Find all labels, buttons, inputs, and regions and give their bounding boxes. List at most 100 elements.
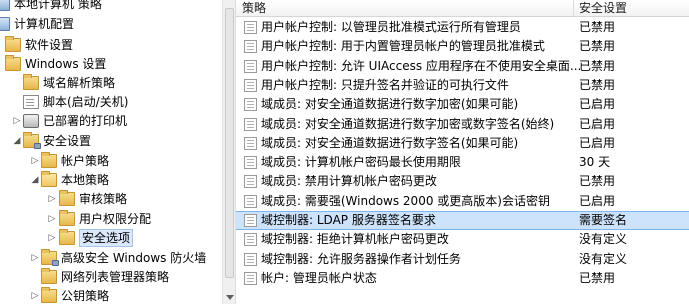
script-icon	[23, 95, 39, 109]
folder-icon	[59, 210, 75, 226]
policy-setting: 已禁用	[579, 174, 616, 189]
tree-item-label: 计算机配置	[14, 17, 75, 31]
tree-item-label: 本地计算机 策略	[14, 0, 102, 11]
tree-item-label: 脚本(启动/关机)	[43, 95, 129, 109]
tree-item-label: 安全选项	[79, 229, 134, 247]
computer-icon	[0, 17, 10, 31]
tree-item-label: 高级安全 Windows 防火墙	[61, 251, 207, 265]
folder-icon	[41, 268, 57, 284]
folder-icon	[41, 152, 57, 168]
tree-item[interactable]: 域名解析策略	[0, 74, 222, 92]
policy-row[interactable]: 用户帐户控制: 允许 UIAccess 应用程序在不使用安全桌面... 已禁用	[236, 57, 689, 76]
policy-row[interactable]: 用户帐户控制: 只提升签名并验证的可执行文件 已禁用	[236, 76, 689, 95]
collapsed-arrow-icon[interactable]: ▷	[30, 287, 40, 304]
expanded-arrow-icon[interactable]: ◢	[12, 132, 22, 150]
policy-setting: 已禁用	[579, 77, 616, 92]
policy-row[interactable]: 域成员: 计算机帐户密码最长使用期限 30 天	[236, 153, 689, 172]
tree-item[interactable]: ▷ 帐户策略	[0, 152, 222, 170]
tree-item-label: 用户权限分配	[79, 212, 152, 226]
tree-item-label: 帐户策略	[61, 154, 110, 168]
collapsed-arrow-icon[interactable]: ▷	[30, 249, 40, 267]
policy-setting: 没有定义	[579, 232, 628, 247]
policy-setting: 已启用	[579, 116, 616, 131]
column-header-policy[interactable]: 策略	[236, 0, 573, 17]
policy-name: 域成员: 需要强(Windows 2000 或更高版本)会话密钥	[261, 193, 550, 208]
tree-item-label: Windows 设置	[25, 57, 107, 71]
policy-row[interactable]: 用户帐户控制: 以管理员批准模式运行所有管理员 已禁用	[236, 18, 689, 37]
policy-setting: 已禁用	[579, 20, 616, 34]
collapsed-arrow-icon[interactable]: ▷	[30, 152, 40, 170]
policy-name: 用户帐户控制: 用于内置管理员帐户的管理员批准模式	[261, 39, 545, 54]
tree-item[interactable]: ▷ 安全选项	[0, 229, 222, 247]
policy-name: 帐户: 管理员帐户状态	[261, 270, 377, 285]
collapsed-arrow-icon[interactable]: ▷	[12, 112, 22, 130]
policy-row[interactable]: 域控制器: 拒绝计算机帐户密码更改 没有定义	[236, 230, 689, 249]
policy-icon	[244, 271, 257, 285]
policy-icon	[244, 156, 257, 170]
policy-list: 策略 安全设置 用户帐户控制: 以管理员批准模式运行所有管理员 已禁用 用户帐户控制…	[236, 0, 689, 304]
policy-icon	[244, 252, 257, 266]
policy-name: 用户帐户控制: 只提升签名并验证的可执行文件	[261, 77, 509, 92]
policy-setting: 已启用	[579, 135, 616, 150]
policy-icon	[244, 214, 257, 227]
policy-row[interactable]: 域控制器: 允许服务器操作者计划任务 没有定义	[236, 250, 689, 269]
collapsed-arrow-icon[interactable]: ▷	[47, 190, 57, 208]
policy-setting: 已禁用	[579, 270, 616, 285]
tree-item[interactable]: ◢计算机配置	[0, 15, 222, 33]
tree-item-label: 已部署的打印机	[43, 114, 128, 128]
policy-icon	[244, 98, 257, 112]
policy-row[interactable]: 用户帐户控制: 用于内置管理员帐户的管理员批准模式 已禁用	[236, 37, 689, 56]
tree-item[interactable]: 脚本(启动/关机)	[0, 93, 222, 111]
scroll-down-arrow-icon[interactable]	[226, 295, 234, 300]
policy-name: 域控制器: 允许服务器操作者计划任务	[261, 251, 461, 266]
policy-row[interactable]: 域成员: 对安全通道数据进行数字加密(如果可能) 已启用	[236, 95, 689, 114]
tree-item[interactable]: ▷ 高级安全 Windows 防火墙	[0, 249, 222, 267]
tree-item-label: 网络列表管理器策略	[61, 270, 170, 284]
policy-setting: 30 天	[579, 155, 611, 170]
tree-item[interactable]: ◢Windows 设置	[0, 55, 222, 73]
security-folder-icon	[41, 249, 59, 266]
policy-name: 域成员: 对安全通道数据进行数字签名(如果可能)	[261, 135, 519, 150]
tree-item[interactable]: 网络列表管理器策略	[0, 268, 222, 286]
tree-item[interactable]: ◢ 本地策略	[0, 171, 222, 189]
tree-item[interactable]: ▷软件设置	[0, 36, 222, 54]
console-tree[interactable]: 本地计算机 策略◢计算机配置▷软件设置◢Windows 设置域名解析策略脚本(启…	[0, 0, 222, 304]
policy-setting: 需要签名	[579, 213, 628, 227]
list-header: 策略 安全设置	[236, 0, 689, 17]
tree-scrollbar-thumb[interactable]	[225, 8, 234, 278]
tree-item-label: 公钥策略	[61, 289, 110, 303]
lock-icon	[34, 143, 41, 149]
collapsed-arrow-icon[interactable]: ▷	[47, 229, 57, 247]
expanded-arrow-icon[interactable]: ◢	[30, 171, 40, 189]
tree-item[interactable]: ▷ 用户权限分配	[0, 210, 222, 228]
security-folder-icon	[23, 132, 41, 149]
policy-row[interactable]: 域成员: 对安全通道数据进行数字加密或数字签名(始终) 已启用	[236, 115, 689, 134]
folder-icon	[5, 36, 21, 52]
column-header-setting[interactable]: 安全设置	[573, 0, 689, 17]
tree-item[interactable]: ▷ 审核策略	[0, 190, 222, 208]
policy-icon	[244, 40, 257, 54]
tree-item[interactable]: ◢ 安全设置	[0, 132, 222, 150]
tree-item[interactable]: ▷ 公钥策略	[0, 287, 222, 304]
policy-name: 域成员: 禁用计算机帐户密码更改	[261, 174, 437, 189]
policy-setting: 已禁用	[579, 39, 616, 54]
policy-row[interactable]: 帐户: 管理员帐户状态 已禁用	[236, 269, 689, 288]
collapsed-arrow-icon[interactable]: ▷	[47, 210, 57, 228]
policy-row[interactable]: 域成员: 需要强(Windows 2000 或更高版本)会话密钥 已启用	[236, 192, 689, 211]
folder-open-icon	[41, 171, 57, 187]
tree-scrollbar[interactable]	[222, 0, 236, 304]
policy-row[interactable]: 域控制器: LDAP 服务器签名要求 需要签名	[236, 211, 689, 230]
policy-name: 域成员: 计算机帐户密码最长使用期限	[261, 155, 461, 170]
policy-name: 域控制器: LDAP 服务器签名要求	[261, 213, 436, 227]
policy-row[interactable]: 域成员: 禁用计算机帐户密码更改 已禁用	[236, 172, 689, 191]
policy-row[interactable]: 域成员: 对安全通道数据进行数字签名(如果可能) 已启用	[236, 134, 689, 153]
policy-name: 域成员: 对安全通道数据进行数字加密或数字签名(始终)	[261, 116, 555, 131]
tree-item-label: 本地策略	[61, 173, 110, 187]
folder-icon	[41, 287, 57, 303]
tree-item[interactable]: 本地计算机 策略	[0, 0, 222, 13]
tree-item[interactable]: ▷ 已部署的打印机	[0, 112, 222, 130]
folder-icon	[5, 55, 21, 71]
tree-item-label: 软件设置	[25, 38, 74, 52]
folder-icon	[59, 229, 75, 245]
printer-icon	[23, 114, 39, 128]
